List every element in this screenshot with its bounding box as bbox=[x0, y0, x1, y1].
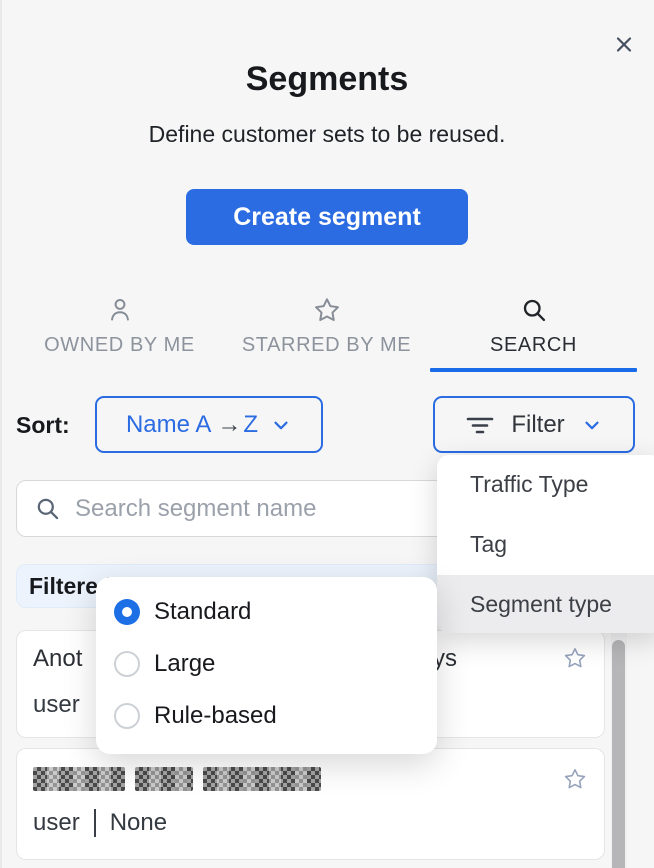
menu-item-traffic-type[interactable]: Traffic Type bbox=[437, 455, 654, 513]
segment-type-popup: Standard Large Rule-based bbox=[96, 577, 437, 754]
sort-value-to: Z bbox=[243, 411, 258, 439]
page-subtitle: Define customer sets to be reused. bbox=[0, 121, 654, 148]
tab-starred-by-me[interactable]: STARRED BY ME bbox=[223, 294, 430, 372]
sort-arrow-glyph: → bbox=[217, 411, 241, 439]
search-icon bbox=[520, 296, 548, 324]
tab-label: STARRED BY ME bbox=[242, 334, 411, 357]
tab-bar: OWNED BY ME STARRED BY ME SEARCH bbox=[16, 294, 637, 372]
radio-label: Rule-based bbox=[154, 702, 277, 730]
filter-lines-icon bbox=[465, 412, 495, 438]
radio-option-rule-based[interactable]: Rule-based bbox=[114, 690, 437, 742]
radio-label: Standard bbox=[154, 598, 251, 626]
radio-label: Large bbox=[154, 650, 215, 678]
segments-modal: Segments Define customer sets to be reus… bbox=[0, 0, 654, 868]
segment-meta: user bbox=[33, 691, 80, 719]
page-title: Segments bbox=[0, 60, 654, 99]
segment-meta: user None bbox=[33, 809, 167, 837]
create-segment-button[interactable]: Create segment bbox=[186, 189, 468, 245]
chevron-down-icon bbox=[581, 414, 603, 436]
radio-option-standard[interactable]: Standard bbox=[114, 586, 437, 638]
menu-item-tag[interactable]: Tag bbox=[437, 513, 654, 575]
radio-option-large[interactable]: Large bbox=[114, 638, 437, 690]
star-icon[interactable] bbox=[563, 646, 587, 670]
sort-dropdown[interactable]: Name A → Z bbox=[95, 396, 323, 453]
star-icon[interactable] bbox=[563, 767, 587, 791]
segment-name-redacted bbox=[33, 767, 321, 791]
scrollbar-thumb[interactable] bbox=[612, 640, 625, 868]
close-icon bbox=[608, 30, 640, 62]
sort-value: Name A bbox=[126, 411, 211, 439]
meta-divider bbox=[94, 809, 96, 837]
segment-card[interactable]: user None bbox=[16, 748, 605, 860]
tab-search[interactable]: SEARCH bbox=[430, 294, 637, 372]
close-button[interactable] bbox=[608, 30, 640, 62]
menu-item-segment-type[interactable]: Segment type bbox=[437, 575, 654, 633]
sort-label: Sort: bbox=[16, 396, 70, 454]
tab-owned-by-me[interactable]: OWNED BY ME bbox=[16, 294, 223, 372]
filter-menu: Traffic Type Tag Segment type bbox=[437, 455, 654, 633]
tab-label: SEARCH bbox=[490, 334, 577, 357]
segment-name-fragment: Anot bbox=[33, 645, 82, 673]
segment-meta-user: user bbox=[33, 809, 80, 837]
segment-meta-value: None bbox=[110, 809, 167, 837]
panel-left-edge bbox=[0, 0, 2, 868]
tab-label: OWNED BY ME bbox=[44, 334, 195, 357]
radio-selected-icon bbox=[114, 599, 140, 625]
filter-dropdown[interactable]: Filter bbox=[433, 396, 635, 453]
star-icon bbox=[313, 296, 341, 324]
radio-unselected-icon bbox=[114, 651, 140, 677]
person-icon bbox=[106, 296, 134, 324]
active-tab-underline bbox=[430, 368, 637, 372]
filter-label: Filter bbox=[511, 411, 564, 439]
radio-unselected-icon bbox=[114, 703, 140, 729]
chevron-down-icon bbox=[270, 414, 292, 436]
